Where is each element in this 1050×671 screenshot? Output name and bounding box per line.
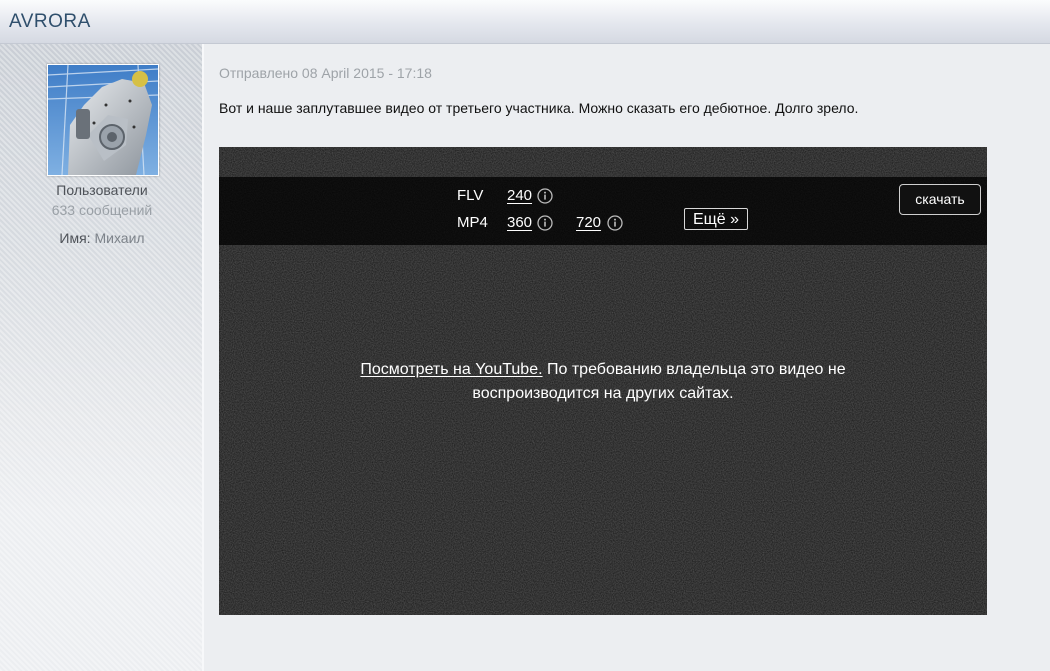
- avatar-image: [48, 65, 158, 175]
- author-name-label: Имя:: [59, 230, 91, 246]
- info-icon[interactable]: [537, 188, 553, 204]
- format-label-mp4: MP4: [457, 214, 488, 231]
- author-name-row: Имя: Михаил: [0, 230, 204, 246]
- resolution-link-mp4-360[interactable]: 360: [507, 214, 532, 231]
- info-icon[interactable]: [537, 215, 553, 231]
- author-username-link[interactable]: AVRORA: [9, 11, 91, 33]
- forum-post-header: AVRORA: [0, 0, 1050, 44]
- author-name-value: Михаил: [94, 230, 145, 246]
- author-post-count: 633 сообщений: [51, 202, 153, 218]
- avatar[interactable]: [47, 64, 159, 176]
- author-group: Пользователи: [56, 182, 148, 198]
- watch-on-youtube-link[interactable]: Посмотреть на YouTube.: [360, 361, 542, 378]
- author-sidebar: Пользователи 633 сообщений Имя: Михаил: [0, 44, 204, 671]
- blocked-video-message: Посмотреть на YouTube. По требованию вла…: [303, 358, 903, 406]
- info-icon[interactable]: [607, 215, 623, 231]
- embedded-video-player[interactable]: FLV 240 MP4 360 720 Ещё » скачать Посмот…: [219, 147, 987, 615]
- resolution-link-mp4-720[interactable]: 720: [576, 214, 601, 231]
- resolution-link-flv-240[interactable]: 240: [507, 187, 532, 204]
- download-button[interactable]: скачать: [899, 184, 981, 215]
- more-formats-button[interactable]: Ещё »: [684, 208, 748, 230]
- format-label-flv: FLV: [457, 187, 484, 204]
- post-body: Вот и наше заплутавшее видео от третьего…: [219, 100, 859, 116]
- download-bar: FLV 240 MP4 360 720 Ещё » скачать: [219, 177, 987, 245]
- post-date: Отправлено 08 April 2015 - 17:18: [219, 65, 432, 81]
